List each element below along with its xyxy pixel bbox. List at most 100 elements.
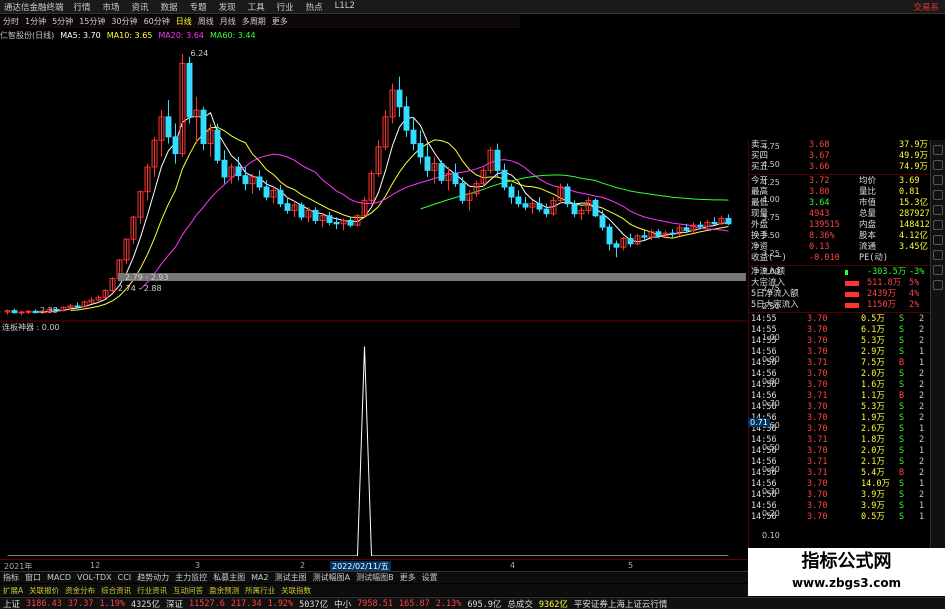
menu-item[interactable]: 工具 [242, 1, 271, 13]
candle [270, 187, 277, 204]
y-tick: 3.25 [762, 248, 780, 258]
candle [193, 96, 200, 144]
y-tick: 4.50 [762, 159, 780, 169]
toolbar-icon[interactable] [933, 280, 943, 290]
candle [382, 110, 389, 151]
indicator-tab-6[interactable]: 主力监控 [172, 572, 210, 583]
indicator-tab-0[interactable]: 指标 [0, 572, 22, 583]
indicator-tab-7[interactable]: 私募主图 [210, 572, 248, 583]
info-tab-3[interactable]: 综合资讯 [98, 585, 134, 596]
menu-item[interactable]: 市场 [97, 1, 126, 13]
panel-cell: 5.3万 [861, 402, 885, 412]
period-6[interactable]: 日线 [173, 16, 195, 27]
candle [25, 309, 32, 314]
annotation: 6.24 [191, 49, 209, 58]
ma-legend-item: MA5: 3.70 [60, 30, 101, 40]
panel-cell: 0.5万 [861, 314, 885, 324]
status-item: 4325亿 [131, 599, 161, 609]
panel-cell: 5% [909, 278, 920, 288]
info-tab-2[interactable]: 资金分布 [62, 585, 98, 596]
menu-item[interactable]: 资讯 [126, 1, 155, 13]
toolbar-icon[interactable] [933, 175, 943, 185]
current-value-marker: 0.71 [748, 418, 770, 427]
indicator-tab-2[interactable]: MACD [44, 573, 74, 582]
toolbar-icon[interactable] [933, 205, 943, 215]
candle [704, 219, 711, 228]
indicator-tab-11[interactable]: 测试幅图B [353, 572, 397, 583]
indicator-tab-10[interactable]: 测试幅图A [310, 572, 353, 583]
panel-cell: 量比 [859, 187, 877, 197]
info-tab-5[interactable]: 互动问答 [170, 585, 206, 596]
panel-cell: S [899, 435, 905, 445]
period-9[interactable]: 多周期 [239, 16, 269, 27]
menu-item[interactable]: 行情 [68, 1, 97, 13]
info-tab-8[interactable]: 关联指数 [278, 585, 314, 596]
panel-cell: 3.70 [807, 446, 828, 456]
panel-cell: 2 [919, 325, 925, 335]
menu-item[interactable]: 专题 [184, 1, 213, 13]
info-tab-4[interactable]: 行业资讯 [134, 585, 170, 596]
info-tab-0[interactable]: 扩展A [0, 585, 26, 596]
panel-cell: 74.9万 [899, 162, 928, 172]
x-tick: 12 [90, 561, 101, 570]
menu-item[interactable]: 行业 [271, 1, 300, 13]
trading-terminal: 通达信金融终端 行情 市场 资讯 数据 专题 发现 工具 行业 热点 L1L2 交易系 分时 1分钟… [0, 0, 945, 609]
panel-cell: 总量 [859, 209, 877, 219]
candle [123, 238, 130, 264]
menu-item[interactable]: 热点 [300, 1, 329, 13]
menu-item[interactable]: 发现 [213, 1, 242, 13]
toolbar-icon[interactable] [933, 160, 943, 170]
status-item: 上证 [3, 599, 21, 609]
indicator-tab-3[interactable]: VOL-TDX [74, 573, 115, 582]
period-7[interactable]: 周线 [195, 16, 217, 27]
candle [186, 56, 193, 124]
toolbar-icon[interactable] [933, 220, 943, 230]
menu-item[interactable]: 数据 [155, 1, 184, 13]
candle [277, 185, 284, 208]
sub-y-tick: 1.00 [762, 333, 780, 342]
period-5[interactable]: 60分钟 [141, 16, 173, 27]
period-2[interactable]: 5分钟 [49, 16, 76, 27]
indicator-chart[interactable] [0, 320, 748, 556]
period-4[interactable]: 30分钟 [108, 16, 140, 27]
period-1[interactable]: 1分钟 [22, 16, 49, 27]
side-toolbar[interactable] [930, 140, 945, 560]
toolbar-icon[interactable] [933, 250, 943, 260]
panel-cell: S [899, 446, 905, 456]
panel-cell: 3.70 [807, 347, 828, 357]
menu-item[interactable]: L1L2 [329, 1, 361, 13]
indicator-tab-9[interactable]: 测试主图 [272, 572, 310, 583]
indicator-tab-13[interactable]: 设置 [419, 572, 441, 583]
trade-button[interactable]: 交易系 [913, 1, 939, 13]
panel-cell: 2 [919, 314, 925, 324]
candle [431, 156, 438, 184]
info-tab-7[interactable]: 所属行业 [242, 585, 278, 596]
indicator-tab-12[interactable]: 更多 [397, 572, 419, 583]
toolbar-icon[interactable] [933, 265, 943, 275]
period-0[interactable]: 分时 [0, 16, 22, 27]
toolbar-icon[interactable] [933, 190, 943, 200]
app-title: 通达信金融终端 [4, 2, 64, 13]
toolbar-icon[interactable] [933, 145, 943, 155]
info-tab-1[interactable]: 关联报价 [26, 585, 62, 596]
indicator-tab-5[interactable]: 趋势动力 [134, 572, 172, 583]
toolbar-icon[interactable] [933, 235, 943, 245]
period-10[interactable]: 更多 [269, 16, 291, 27]
period-8[interactable]: 月线 [217, 16, 239, 27]
indicator-tab-4[interactable]: CCI [115, 573, 135, 582]
candle [179, 54, 186, 157]
panel-cell: 1 [919, 501, 925, 511]
candle [130, 215, 137, 244]
info-tab-6[interactable]: 盈余预测 [206, 585, 242, 596]
candle [319, 213, 326, 228]
indicator-tab-1[interactable]: 窗口 [22, 572, 44, 583]
panel-cell: 2.0万 [861, 369, 885, 379]
panel-cell: 3.69 [899, 176, 920, 186]
candle [144, 163, 151, 201]
indicator-tab-8[interactable]: MA2 [248, 573, 271, 582]
panel-cell: 139515 [809, 220, 840, 230]
candle [599, 210, 606, 231]
kline-chart[interactable]: 6.24 2.74 - 2.88 2.35 2.79 - 2.93 [0, 42, 748, 320]
panel-cell: S [899, 413, 905, 423]
period-3[interactable]: 15分钟 [76, 16, 108, 27]
